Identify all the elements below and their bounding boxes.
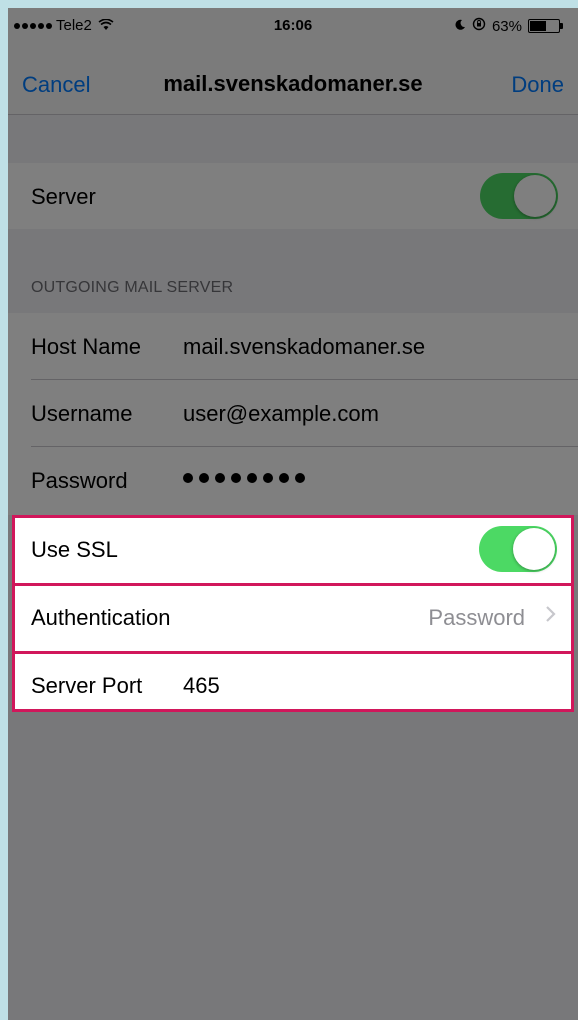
status-right: 63%: [454, 17, 563, 35]
server-toggle[interactable]: [480, 173, 558, 219]
toggle-knob: [513, 528, 555, 570]
password-field[interactable]: [183, 473, 305, 483]
host-name-field[interactable]: mail.svenskadomaner.se: [183, 334, 425, 360]
moon-icon: [454, 18, 466, 35]
use-ssl-toggle[interactable]: [479, 526, 557, 572]
use-ssl-row: Use SSL: [15, 518, 571, 583]
password-dot: [247, 473, 257, 483]
username-label: Username: [31, 401, 133, 426]
password-dot: [199, 473, 209, 483]
status-bar: Tele2 16:06 63%: [8, 8, 578, 44]
highlighted-settings-box: Use SSL Authentication Password Server P…: [12, 515, 574, 712]
password-dot: [183, 473, 193, 483]
password-label: Password: [31, 468, 128, 493]
authentication-label: Authentication: [31, 605, 171, 630]
host-name-label: Host Name: [31, 334, 142, 359]
server-label: Server: [31, 184, 96, 209]
password-dot: [295, 473, 305, 483]
password-row[interactable]: Password: [8, 447, 578, 515]
battery-percent: 63%: [491, 17, 522, 35]
outgoing-section-header: OUTGOING MAIL SERVER: [31, 279, 234, 296]
password-dot: [279, 473, 289, 483]
password-dot: [263, 473, 273, 483]
server-port-field[interactable]: 465: [183, 673, 220, 699]
phone-screen: Tele2 16:06 63% Cancel mail.svenskadoman…: [8, 8, 578, 1020]
host-name-row[interactable]: Host Name mail.svenskadomaner.se: [8, 313, 578, 380]
password-dot: [215, 473, 225, 483]
battery-fill: [530, 21, 546, 31]
use-ssl-label: Use SSL: [31, 537, 118, 562]
navigation-bar: Cancel mail.svenskadomaner.se Done: [8, 44, 578, 115]
authentication-value: Password: [428, 605, 525, 630]
server-port-row[interactable]: Server Port 465: [15, 651, 571, 719]
chevron-right-icon: [545, 603, 557, 631]
toggle-knob: [514, 175, 556, 217]
username-field[interactable]: user@example.com: [183, 401, 379, 427]
page-title: mail.svenskadomaner.se: [163, 71, 423, 96]
authentication-row[interactable]: Authentication Password: [15, 583, 571, 651]
server-row: Server: [8, 163, 578, 229]
username-row[interactable]: Username user@example.com: [8, 380, 578, 447]
server-port-label: Server Port: [31, 673, 143, 698]
rotation-lock-icon: [472, 17, 486, 35]
password-dot: [231, 473, 241, 483]
battery-icon: [528, 19, 563, 33]
done-button[interactable]: Done: [511, 72, 564, 98]
